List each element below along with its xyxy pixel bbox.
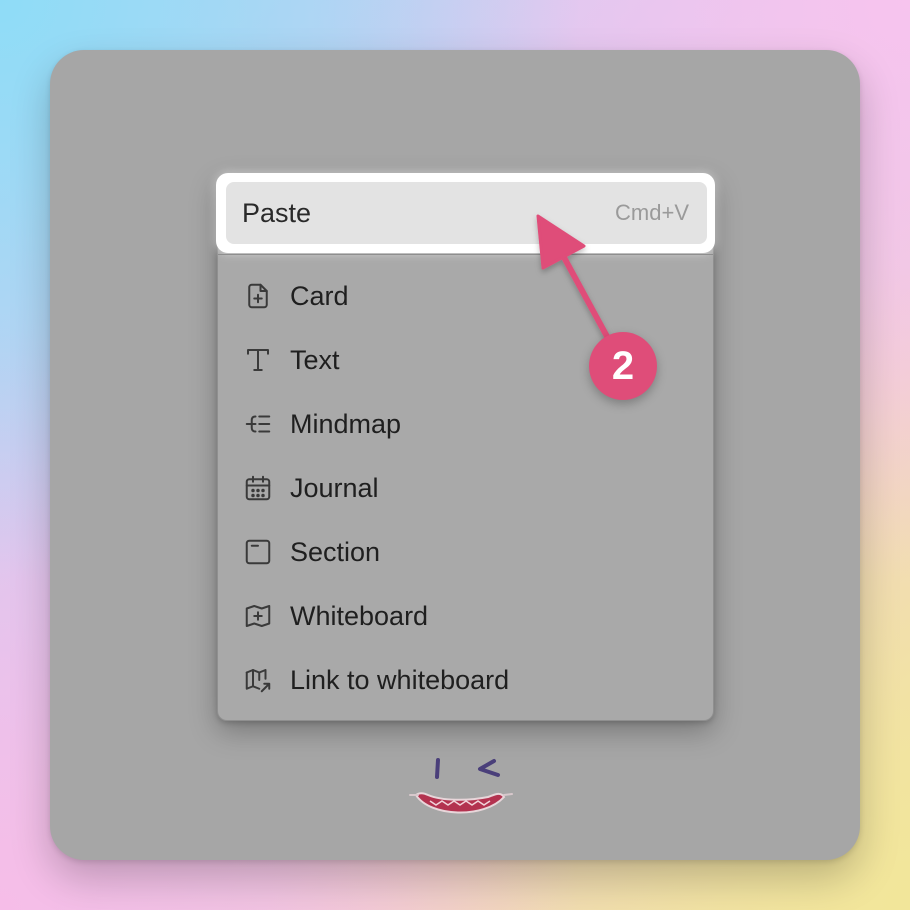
- menu-item-label: Text: [290, 344, 340, 375]
- calendar-icon: [242, 472, 274, 504]
- whiteboard-add-icon: [242, 600, 274, 632]
- menu-item-label: Mindmap: [290, 408, 402, 439]
- text-icon: [242, 344, 274, 376]
- card-add-icon: [242, 280, 274, 312]
- menu-item-whiteboard[interactable]: Whiteboard: [226, 588, 707, 644]
- menu-item-mindmap[interactable]: Mindmap: [226, 396, 707, 452]
- menu-item-label: Link to whiteboard: [290, 664, 510, 695]
- menu-item-section[interactable]: Section: [226, 524, 707, 580]
- paste-label: Paste: [242, 197, 312, 228]
- step-badge: 2: [589, 332, 657, 400]
- whiteboard-link-icon: [242, 664, 274, 696]
- menu-item-link-to-whiteboard[interactable]: Link to whiteboard: [226, 652, 707, 708]
- mindmap-icon: [242, 408, 274, 440]
- menu-item-paste[interactable]: Paste Cmd+V: [226, 182, 707, 244]
- menu-item-card[interactable]: Card: [226, 268, 707, 324]
- menu-item-journal[interactable]: Journal: [226, 460, 707, 516]
- smiley-mascot-icon: [409, 758, 513, 814]
- menu-item-label: Journal: [290, 472, 379, 503]
- menu-item-label: Card: [290, 280, 349, 311]
- menu-item-label: Whiteboard: [290, 600, 429, 631]
- menu-item-label: Section: [290, 536, 381, 567]
- paste-shortcut: Cmd+V: [615, 200, 689, 225]
- menu-divider: [218, 254, 713, 255]
- section-icon: [242, 536, 274, 568]
